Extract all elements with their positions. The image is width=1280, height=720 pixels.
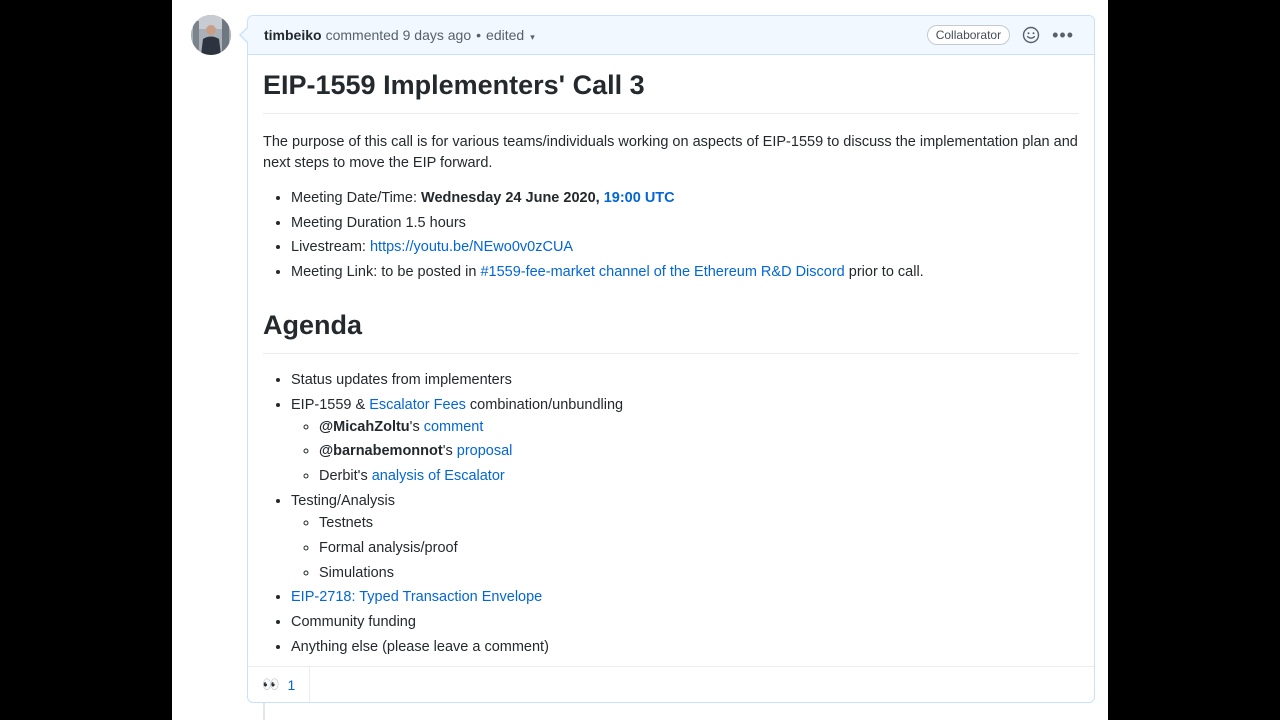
date-value: Wednesday 24 June 2020, xyxy=(421,189,604,206)
date-label: Meeting Date/Time: xyxy=(291,189,422,206)
discord-channel-link[interactable]: #1559-fee-market channel of the Ethereum… xyxy=(480,264,844,280)
agenda-heading: Agenda xyxy=(263,309,1079,354)
derbit-prefix: Derbit's xyxy=(319,468,372,485)
comment-title: EIP-1559 Implementers' Call 3 xyxy=(263,69,1079,114)
header-actions: Collaborator ••• xyxy=(926,25,1078,45)
sub-item-formal: Formal analysis/proof xyxy=(319,538,1079,559)
edited-dropdown[interactable]: edited ▾ xyxy=(486,27,535,43)
agenda-item-anything: Anything else (please leave a comment) xyxy=(291,637,1079,658)
micah-mention[interactable]: @MicahZoltu xyxy=(319,419,410,435)
intro-paragraph: The purpose of this call is for various … xyxy=(263,133,1078,171)
comment-action: commented xyxy=(325,27,399,43)
eyes-reaction-button[interactable]: 👀 1 xyxy=(248,667,311,702)
sub-item-simulations: Simulations xyxy=(319,563,1079,584)
eip2718-link[interactable]: EIP-2718: Typed Transaction Envelope xyxy=(291,589,542,605)
edited-label: edited xyxy=(486,27,525,43)
sub-item-testnets: Testnets xyxy=(319,513,1079,534)
micah-comment-link[interactable]: comment xyxy=(424,419,484,435)
agenda-item-escalator: EIP-1559 & Escalator Fees combination/un… xyxy=(291,395,1079,488)
combo-prefix: EIP-1559 & xyxy=(291,396,370,413)
collaborator-badge: Collaborator xyxy=(926,25,1011,45)
agenda-item-status: Status updates from implementers xyxy=(291,370,1079,391)
list-item-livestream: Livestream: https://youtu.be/NEwo0v0zCUA xyxy=(291,237,1079,258)
comment-body: EIP-1559 Implementers' Call 3 The purpos… xyxy=(248,55,1094,658)
author-link[interactable]: timbeiko xyxy=(264,27,322,43)
smiley-reaction-icon[interactable] xyxy=(1022,26,1040,44)
reactions-bar: 👀 1 xyxy=(248,666,1094,702)
agenda-item-eip2718: EIP-2718: Typed Transaction Envelope xyxy=(291,587,1079,608)
livestream-label: Livestream: xyxy=(291,239,370,256)
list-item-duration: Meeting Duration 1.5 hours xyxy=(291,213,1079,234)
micah-possessive: 's xyxy=(409,418,424,435)
list-item-date: Meeting Date/Time: Wednesday 24 June 202… xyxy=(291,188,1079,209)
comment-timestamp[interactable]: 9 days ago xyxy=(403,27,472,43)
escalator-sublist: @MicahZoltu's comment @barnabemonnot's p… xyxy=(291,417,1079,488)
kebab-menu-icon[interactable]: ••• xyxy=(1052,26,1074,44)
derbit-analysis-link[interactable]: analysis of Escalator xyxy=(372,468,505,484)
sub-item-micah: @MicahZoltu's comment xyxy=(319,417,1079,438)
escalator-fees-link[interactable]: Escalator Fees xyxy=(369,397,466,413)
livestream-link[interactable]: https://youtu.be/NEwo0v0zCUA xyxy=(370,239,573,255)
agenda-list: Status updates from implementers EIP-155… xyxy=(263,370,1079,658)
testing-label: Testing/Analysis xyxy=(291,493,395,510)
sub-item-derbit: Derbit's analysis of Escalator xyxy=(319,466,1079,487)
meeting-link-label: Meeting Link: to be posted in xyxy=(291,264,481,281)
barnabe-mention[interactable]: @barnabemonnot xyxy=(319,443,443,459)
list-item-meeting-link: Meeting Link: to be posted in #1559-fee-… xyxy=(291,262,1079,283)
utc-time-link[interactable]: 19:00 UTC xyxy=(604,190,675,206)
meeting-link-suffix: prior to call. xyxy=(844,264,924,281)
barnabe-possessive: 's xyxy=(442,443,457,460)
agenda-item-testing: Testing/Analysis Testnets Formal analysi… xyxy=(291,491,1079,584)
issue-timeline: timbeiko commented 9 days ago • edited ▾ … xyxy=(172,0,1108,720)
author-avatar[interactable] xyxy=(191,15,231,55)
eyes-reaction-count: 1 xyxy=(287,676,296,693)
barnabe-proposal-link[interactable]: proposal xyxy=(457,443,513,459)
combo-suffix: combination/unbundling xyxy=(465,396,624,413)
issue-comment: timbeiko commented 9 days ago • edited ▾ … xyxy=(239,15,1095,703)
separator-dot: • xyxy=(476,27,482,43)
timeline-connector xyxy=(263,703,265,720)
avatar-photo xyxy=(191,15,231,55)
meeting-details-list: Meeting Date/Time: Wednesday 24 June 202… xyxy=(263,188,1079,283)
caret-down-icon: ▾ xyxy=(530,32,535,42)
agenda-item-funding: Community funding xyxy=(291,612,1079,633)
testing-sublist: Testnets Formal analysis/proof Simulatio… xyxy=(291,513,1079,584)
sub-item-barnabe: @barnabemonnot's proposal xyxy=(319,441,1079,462)
comment-header: timbeiko commented 9 days ago • edited ▾ … xyxy=(248,16,1094,55)
eyes-emoji-icon: 👀 xyxy=(262,676,280,692)
